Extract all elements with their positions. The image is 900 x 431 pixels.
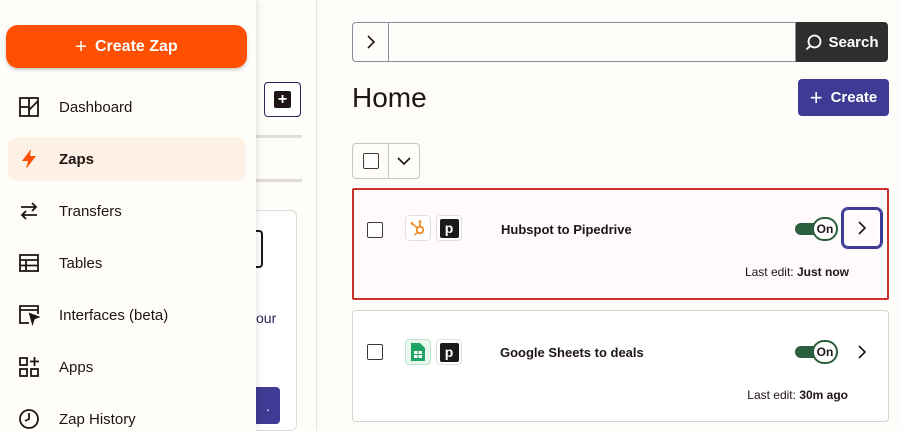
zap-name[interactable]: Google Sheets to deals	[500, 345, 644, 360]
plus-square-icon: +	[274, 91, 291, 108]
select-all-checkbox[interactable]	[362, 153, 379, 169]
pipedrive-icon: p	[436, 215, 462, 241]
bulk-select	[352, 143, 420, 179]
last-edit-label: Last edit:	[744, 265, 794, 279]
sidebar-item-label: Zap History	[59, 410, 136, 428]
sidebar-item-label: Apps	[59, 358, 94, 376]
apps-grid-icon	[17, 355, 41, 379]
page-title: Home	[352, 82, 427, 113]
sidebar-item-transfers[interactable]: Transfers	[8, 189, 246, 233]
sidebar-item-dashboard[interactable]: Dashboard	[8, 85, 246, 129]
interface-cursor-icon	[17, 303, 41, 327]
zap-row[interactable]: p Google Sheets to deals On Last edit: 3…	[352, 310, 889, 422]
search-button-label: Search	[828, 33, 879, 51]
create-zap-label: Create Zap	[94, 37, 178, 55]
create-button[interactable]: + Create	[798, 79, 889, 116]
last-edit-label: Last edit:	[747, 388, 796, 402]
plus-icon: +	[809, 84, 823, 110]
sidebar: + Create Zap Dashboard Zaps Transfers Ta…	[0, 0, 256, 431]
background-card-frame	[256, 230, 263, 268]
search-icon	[806, 34, 822, 50]
last-edit-value: Just now	[796, 265, 849, 279]
search-filter-toggle[interactable]	[352, 22, 388, 62]
zap-row[interactable]: p Hubspot to Pipedrive On Last edit: Jus…	[352, 188, 889, 300]
toggle-label: On	[812, 340, 838, 364]
sidebar-item-label: Zaps	[59, 150, 95, 168]
sidebar-item-label: Tables	[59, 254, 103, 272]
divider	[316, 0, 317, 431]
chevron-down-icon	[397, 156, 411, 165]
dashboard-icon	[17, 95, 41, 119]
last-edit: Last edit: Just now	[745, 265, 849, 279]
open-zap-button[interactable]	[842, 332, 882, 372]
add-icon-button[interactable]: +	[264, 82, 301, 117]
chevron-right-icon	[366, 35, 375, 49]
chevron-right-icon	[858, 221, 867, 235]
pipedrive-icon: p	[436, 339, 462, 365]
chevron-right-icon	[858, 345, 867, 359]
zap-checkbox[interactable]	[367, 222, 383, 238]
last-edit-value: 30m ago	[799, 388, 848, 402]
sidebar-item-interfaces[interactable]: Interfaces (beta)	[8, 293, 246, 337]
open-zap-button[interactable]	[842, 208, 882, 248]
search-bar: Search	[352, 22, 888, 62]
zap-name[interactable]: Hubspot to Pipedrive	[501, 222, 632, 237]
zap-checkbox[interactable]	[367, 344, 383, 360]
bulk-actions-dropdown[interactable]	[389, 144, 419, 178]
background-button[interactable]: .	[256, 387, 280, 424]
divider	[256, 179, 302, 182]
sidebar-item-label: Dashboard	[59, 98, 133, 116]
plus-icon: +	[75, 35, 87, 58]
zap-status-toggle[interactable]: On	[795, 217, 839, 241]
background-text: our	[256, 310, 277, 326]
sidebar-item-label: Interfaces (beta)	[59, 306, 169, 324]
sidebar-item-zaps[interactable]: Zaps	[8, 137, 246, 181]
search-input[interactable]	[388, 22, 796, 62]
clock-icon	[17, 407, 41, 431]
search-button[interactable]: Search	[796, 22, 888, 62]
sidebar-item-tables[interactable]: Tables	[8, 241, 246, 285]
select-all-checkbox-wrap[interactable]	[353, 144, 389, 178]
zap-status-toggle[interactable]: On	[795, 340, 839, 364]
create-zap-button[interactable]: + Create Zap	[6, 25, 247, 68]
divider	[256, 135, 302, 138]
table-icon	[17, 251, 41, 275]
create-button-label: Create	[830, 89, 878, 106]
sidebar-item-label: Transfers	[59, 202, 122, 220]
toggle-label: On	[812, 217, 838, 241]
lightning-icon	[17, 147, 41, 171]
transfer-arrows-icon	[17, 199, 41, 223]
hubspot-icon	[405, 215, 431, 241]
sidebar-item-zap-history[interactable]: Zap History	[8, 397, 246, 431]
google-sheets-icon	[405, 339, 431, 365]
last-edit: Last edit: 30m ago	[747, 388, 848, 402]
sidebar-item-apps[interactable]: Apps	[8, 345, 246, 389]
